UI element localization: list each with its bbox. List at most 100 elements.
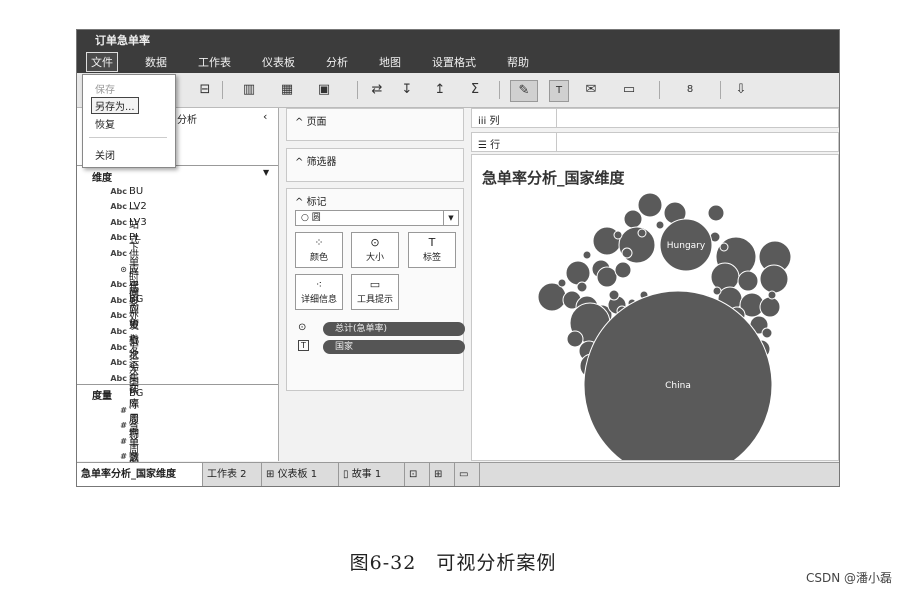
menu-worksheet[interactable]: 工作表 xyxy=(194,53,235,71)
field-item[interactable]: Abc 一站式供应中心 xyxy=(77,205,139,306)
field-item[interactable]: #实际履行周期 xyxy=(77,385,139,471)
country-bubble[interactable] xyxy=(557,278,567,288)
country-bubble[interactable] xyxy=(737,270,759,292)
new-sheet-tab-icon[interactable]: ⊡ xyxy=(405,463,430,486)
swap-icon[interactable]: ⇄ xyxy=(369,80,385,100)
datasource-icon[interactable]: ⊟ xyxy=(197,80,213,100)
field-item[interactable]: Abc 到货批次 xyxy=(77,305,139,361)
sort-asc-icon[interactable]: ↧ xyxy=(399,80,415,100)
collapse-icon[interactable]: ‹ xyxy=(263,110,267,123)
analysis-tab[interactable]: 分析 xyxy=(177,111,197,126)
country-bubble[interactable] xyxy=(712,286,722,296)
new-story-tab-icon[interactable]: ▭ xyxy=(455,463,480,486)
tooltip-button[interactable]: ▭ 工具提示 xyxy=(351,274,399,310)
country-bubble[interactable] xyxy=(613,230,623,240)
bubble-chart[interactable]: China Hungary xyxy=(472,155,838,460)
country-bubble[interactable] xyxy=(710,262,740,292)
color-button[interactable]: ⁘ 颜色 xyxy=(295,232,343,268)
text-icon: T xyxy=(298,340,309,351)
tab-story-1[interactable]: ▯ 故事 1 xyxy=(339,463,405,486)
columns-shelf[interactable]: iii 列 xyxy=(471,108,839,128)
country-bubble[interactable] xyxy=(576,281,588,293)
bubble-label: China xyxy=(665,381,691,391)
menu-file[interactable]: 文件 xyxy=(86,52,118,72)
filters-card[interactable]: ^ 筛选器 xyxy=(286,148,464,182)
country-bubble[interactable] xyxy=(621,247,633,259)
menu-item-revert[interactable]: 恢复 xyxy=(95,116,115,131)
packed-bubble-view[interactable]: 急单率分析_国家维度 China Hungary xyxy=(471,154,839,461)
field-item[interactable]: Abc 代表处 xyxy=(77,282,139,323)
menu-item-save-as[interactable]: 另存为... xyxy=(91,97,139,114)
show-me-icon[interactable]: 8 xyxy=(675,80,705,100)
tab-sheet-2[interactable]: 工作表 2 xyxy=(203,463,262,486)
present-icon[interactable]: ⇩ xyxy=(732,80,750,100)
country-bubble[interactable] xyxy=(623,209,643,229)
window-title: 订单急单率 xyxy=(77,30,839,51)
highlight-icon[interactable]: ✎ xyxy=(510,80,538,102)
tab-dashboard-1[interactable]: ⊞ 仪表板 1 xyxy=(262,463,339,486)
detail-label: 详细信息 xyxy=(300,295,337,305)
country-bubble[interactable] xyxy=(596,266,618,288)
detail-button[interactable]: ⁖ 详细信息 xyxy=(295,274,343,310)
menu-dashboard[interactable]: 仪表板 xyxy=(258,53,299,71)
size-icon: ⊙ xyxy=(370,236,380,249)
field-item[interactable]: # 急单数 xyxy=(77,423,139,464)
annotate-icon[interactable]: ✉ xyxy=(582,80,600,100)
menu-map[interactable]: 地图 xyxy=(375,53,405,71)
country-bubble[interactable] xyxy=(759,296,781,318)
field-type-icon: Abc xyxy=(110,326,127,336)
country-bubble[interactable] xyxy=(565,260,591,286)
field-item[interactable]: Abc 产品BG xyxy=(77,268,143,305)
country-bubble[interactable] xyxy=(759,264,789,294)
country-bubble[interactable] xyxy=(637,228,647,238)
sum-icon[interactable]: Σ xyxy=(465,80,485,100)
menu-data[interactable]: 数据 xyxy=(141,53,171,71)
country-bubble[interactable] xyxy=(767,290,777,300)
country-bubble[interactable] xyxy=(707,204,725,222)
pages-card[interactable]: ^ 页面 xyxy=(286,108,464,141)
menu-help[interactable]: 帮助 xyxy=(503,53,533,71)
duplicate-icon[interactable]: ▦ xyxy=(277,80,297,100)
menu-item-close[interactable]: 关闭 xyxy=(95,147,115,162)
field-item[interactable]: ⊙ 下单时间 xyxy=(77,243,139,299)
field-item[interactable]: Abc 发货批次 xyxy=(77,321,139,377)
dimensions-header: 维度 xyxy=(92,173,112,184)
pill-country[interactable]: 国家 xyxy=(323,340,465,354)
fit-icon[interactable]: ▭ xyxy=(614,80,644,100)
mark-type-select[interactable]: ○ 圆 ▼ xyxy=(295,210,459,226)
field-item[interactable]: Abc 发运集 xyxy=(77,344,139,385)
tab-sheet-main[interactable]: 急单率分析_国家维度 xyxy=(77,463,203,486)
country-bubble[interactable] xyxy=(655,220,665,230)
menu-item-save[interactable]: 保存 xyxy=(95,81,115,96)
field-item[interactable]: # 在库周期 xyxy=(77,384,139,440)
field-type-icon: # xyxy=(120,452,127,462)
country-bubble[interactable] xyxy=(719,242,729,252)
field-item[interactable]: Abc LV2 xyxy=(77,199,146,215)
dropdown-icon[interactable]: ▼ xyxy=(263,168,269,177)
menu-bar: 文件 数据 工作表 仪表板 分析 地图 设置格式 帮助 xyxy=(77,51,839,73)
label-button[interactable]: T 标签 xyxy=(408,232,456,268)
country-bubble[interactable] xyxy=(608,289,620,301)
menu-format[interactable]: 设置格式 xyxy=(428,53,480,71)
cards-pane: ^ 页面 ^ 筛选器 ^ 标记 ○ 圆 ▼ ⁘ 颜色 ⊙ 大小 T 标签 ⁖ 详细信息 ▭… xyxy=(282,108,467,461)
new-sheet-icon[interactable]: ▥ xyxy=(237,80,261,100)
sort-desc-icon[interactable]: ↥ xyxy=(432,80,448,100)
field-item[interactable]: Abc LV3 xyxy=(77,214,146,230)
field-item[interactable]: Abc PL xyxy=(77,230,140,246)
label-icon[interactable]: T xyxy=(549,80,569,102)
country-bubble[interactable] xyxy=(614,261,632,279)
field-type-icon: Abc xyxy=(110,280,127,290)
country-bubble[interactable] xyxy=(582,250,592,260)
menu-analysis[interactable]: 分析 xyxy=(322,53,352,71)
country-bubble[interactable] xyxy=(637,192,663,218)
field-item[interactable]: Abc BU xyxy=(77,183,143,199)
filters-label: 筛选器 xyxy=(306,157,337,168)
clear-icon[interactable]: ▣ xyxy=(312,80,336,100)
size-button[interactable]: ⊙ 大小 xyxy=(351,232,399,268)
field-item[interactable]: Abc 供应中心 xyxy=(77,290,139,346)
country-bubble[interactable] xyxy=(566,330,584,348)
pill-total-rate[interactable]: 总计(急单率) xyxy=(323,322,465,336)
new-dashboard-tab-icon[interactable]: ⊞ xyxy=(430,463,455,486)
country-bubble[interactable] xyxy=(761,327,773,339)
rows-shelf[interactable]: ☰ 行 xyxy=(471,132,839,152)
